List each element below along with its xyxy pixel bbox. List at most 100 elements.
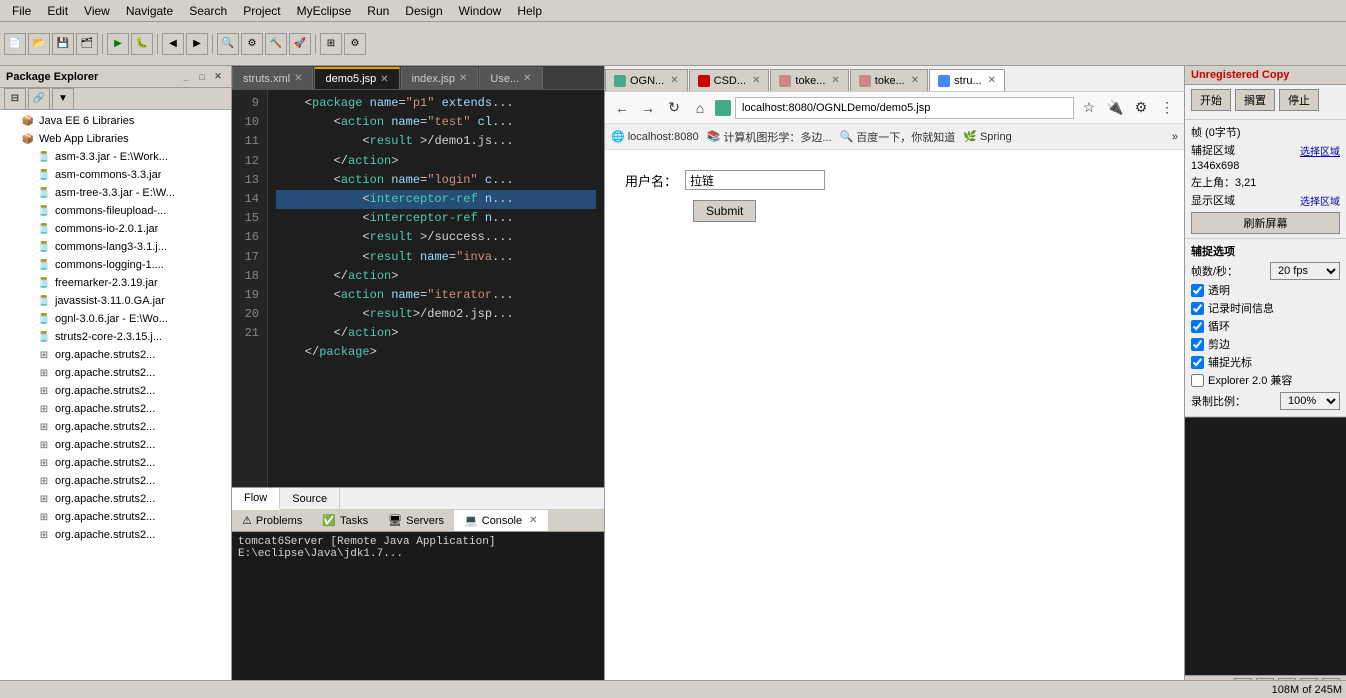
save-all-btn[interactable]: 🗂 (76, 33, 98, 55)
perspective-btn[interactable]: ⊞ (320, 33, 342, 55)
tab-source[interactable]: Source (280, 488, 340, 509)
collapse-all-btn[interactable]: ⊟ (4, 88, 26, 110)
bookmark-localhost[interactable]: 🌐 localhost:8080 (611, 130, 699, 143)
close-tab-ognl-btn[interactable]: ✕ (670, 75, 678, 86)
tree-struts-pkg-1[interactable]: ⊞ org.apache.struts2... (0, 346, 231, 364)
explorer-menu-btn[interactable]: ▼ (52, 88, 74, 110)
search-btn[interactable]: 🔍 (217, 33, 239, 55)
tree-struts-pkg-3[interactable]: ⊞ org.apache.struts2... (0, 382, 231, 400)
select-area-label[interactable]: 选择区域 (1300, 193, 1340, 208)
loop-checkbox[interactable] (1191, 320, 1204, 333)
browser-menu-btn[interactable]: ⋮ (1156, 97, 1178, 119)
timestamp-checkbox[interactable] (1191, 302, 1204, 315)
open-btn[interactable]: 📂 (28, 33, 50, 55)
back-btn[interactable]: ◀ (162, 33, 184, 55)
menu-myeclipse[interactable]: MyEclipse (289, 2, 360, 20)
close-tab-stru-btn[interactable]: ✕ (988, 75, 996, 86)
bookmark-spring[interactable]: 🌿 Spring (963, 130, 1012, 143)
tree-struts2-core[interactable]: 🫙 struts2-core-2.3.15.j... (0, 328, 231, 346)
maximize-panel-btn[interactable]: □ (195, 70, 209, 84)
tree-commons-io[interactable]: 🫙 commons-io-2.0.1.jar (0, 220, 231, 238)
cursor-checkbox[interactable] (1191, 356, 1204, 369)
menu-design[interactable]: Design (397, 2, 450, 20)
browser-star-btn[interactable]: ☆ (1078, 97, 1100, 119)
explorer-compat-checkbox[interactable] (1191, 374, 1204, 387)
build-btn[interactable]: 🔨 (265, 33, 287, 55)
bookmark-baidu[interactable]: 🔍 百度一下，你就知道 (840, 129, 956, 145)
close-use-btn[interactable]: ✕ (523, 73, 531, 84)
close-panel-btn[interactable]: ✕ (211, 70, 225, 84)
tab-index-jsp[interactable]: index.jsp ✕ (401, 67, 479, 89)
tree-struts-pkg-2[interactable]: ⊞ org.apache.struts2... (0, 364, 231, 382)
browser-back-btn[interactable]: ← (611, 97, 633, 119)
code-content[interactable]: <package name="p1" extends... <action na… (268, 90, 604, 487)
tree-struts-pkg-11[interactable]: ⊞ org.apache.struts2... (0, 526, 231, 544)
tab-use[interactable]: Use... ✕ (479, 67, 542, 89)
browser-home-btn[interactable]: ⌂ (689, 97, 711, 119)
tree-struts-pkg-4[interactable]: ⊞ org.apache.struts2... (0, 400, 231, 418)
close-demo5-jsp-btn[interactable]: ✕ (380, 74, 388, 85)
browser-tab-ognl[interactable]: OGN... ✕ (605, 69, 688, 91)
deploy-btn[interactable]: 🚀 (289, 33, 311, 55)
refactor-btn[interactable]: ⚙ (241, 33, 263, 55)
debug-btn[interactable]: 🐛 (131, 33, 153, 55)
menu-view[interactable]: View (76, 2, 118, 20)
bookmark-more[interactable]: » (1172, 131, 1178, 143)
menu-search[interactable]: Search (181, 2, 235, 20)
menu-navigate[interactable]: Navigate (118, 2, 181, 20)
fps-select[interactable]: 20 fps 10 fps 30 fps (1270, 262, 1340, 280)
link-with-editor-btn[interactable]: 🔗 (28, 88, 50, 110)
close-tab-csd-btn[interactable]: ✕ (752, 75, 760, 86)
tree-javassist[interactable]: 🫙 javassist-3.11.0.GA.jar (0, 292, 231, 310)
tab-servers[interactable]: 🖥 Servers (378, 510, 454, 531)
start-button[interactable]: 开始 (1191, 89, 1231, 111)
tab-demo5-jsp[interactable]: demo5.jsp ✕ (314, 67, 399, 89)
address-bar[interactable] (735, 97, 1074, 119)
tree-freemarker[interactable]: 🫙 freemarker-2.3.19.jar (0, 274, 231, 292)
browser-refresh-btn[interactable]: ↻ (663, 97, 685, 119)
menu-window[interactable]: Window (451, 2, 510, 20)
tree-web-app-libraries[interactable]: 📦 Web App Libraries (0, 130, 231, 148)
browser-tab-stru[interactable]: stru... ✕ (929, 69, 1005, 91)
settings-btn[interactable]: ⚙ (344, 33, 366, 55)
tab-struts-xml[interactable]: struts.xml ✕ (232, 67, 313, 89)
tree-struts-pkg-10[interactable]: ⊞ org.apache.struts2... (0, 508, 231, 526)
pause-button[interactable]: 搁置 (1235, 89, 1275, 111)
close-index-jsp-btn[interactable]: ✕ (459, 73, 467, 84)
tab-console[interactable]: 💻 Console ✕ (454, 510, 547, 531)
transparent-checkbox[interactable] (1191, 284, 1204, 297)
clip-checkbox[interactable] (1191, 338, 1204, 351)
menu-run[interactable]: Run (359, 2, 397, 20)
code-editor[interactable]: 9 10 11 12 13 14 15 16 17 18 19 20 21 (232, 90, 604, 487)
run-btn[interactable]: ▶ (107, 33, 129, 55)
browser-tab-toke2[interactable]: toke... ✕ (850, 69, 928, 91)
tab-problems[interactable]: ⚠ Problems (232, 510, 312, 531)
menu-edit[interactable]: Edit (39, 2, 76, 20)
tree-ognl[interactable]: 🫙 ognl-3.0.6.jar - E:\Wo... (0, 310, 231, 328)
tree-asm-tree[interactable]: 🫙 asm-tree-3.3.jar - E:\W... (0, 184, 231, 202)
tree-commons-logging[interactable]: 🫙 commons-logging-1.... (0, 256, 231, 274)
close-console-btn[interactable]: ✕ (529, 515, 537, 526)
tree-struts-pkg-6[interactable]: ⊞ org.apache.struts2... (0, 436, 231, 454)
menu-file[interactable]: File (4, 2, 39, 20)
tree-struts-pkg-7[interactable]: ⊞ org.apache.struts2... (0, 454, 231, 472)
scale-select[interactable]: 100% 75% 50% (1280, 392, 1340, 410)
save-btn[interactable]: 💾 (52, 33, 74, 55)
menu-help[interactable]: Help (509, 2, 550, 20)
close-tab-toke1-btn[interactable]: ✕ (831, 75, 839, 86)
browser-forward-btn[interactable]: → (637, 97, 659, 119)
tab-tasks[interactable]: ✅ Tasks (312, 510, 378, 531)
menu-project[interactable]: Project (235, 2, 288, 20)
browser-tab-csd[interactable]: CSD... ✕ (689, 69, 770, 91)
tab-flow[interactable]: Flow (232, 488, 280, 510)
tree-commons-lang[interactable]: 🫙 commons-lang3-3.1.j... (0, 238, 231, 256)
close-struts-xml-btn[interactable]: ✕ (294, 73, 302, 84)
tree-asm-jar[interactable]: 🫙 asm-3.3.jar - E:\Work... (0, 148, 231, 166)
stop-button[interactable]: 停止 (1279, 89, 1319, 111)
tree-struts-pkg-5[interactable]: ⊞ org.apache.struts2... (0, 418, 231, 436)
username-input[interactable] (685, 170, 825, 190)
browser-tab-toke1[interactable]: toke... ✕ (770, 69, 848, 91)
new-btn[interactable]: 📄 (4, 33, 26, 55)
browser-ext2-btn[interactable]: ⚙ (1130, 97, 1152, 119)
refresh-screen-btn[interactable]: 刷新屏幕 (1191, 212, 1340, 234)
